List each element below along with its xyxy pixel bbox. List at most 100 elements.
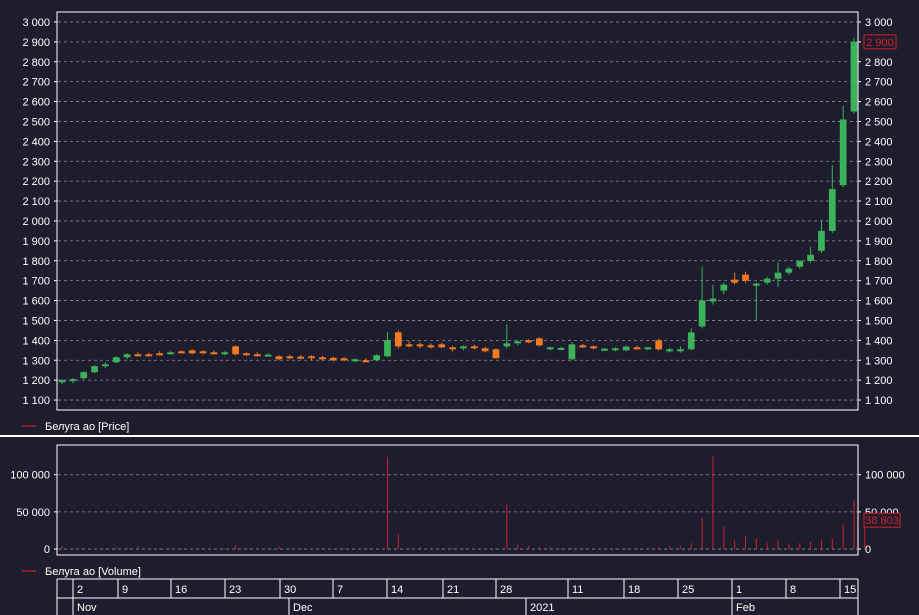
candle-body xyxy=(601,348,608,351)
price-left-tick-label: 2 300 xyxy=(22,156,50,168)
candle-body xyxy=(199,351,207,354)
candle-body xyxy=(525,340,532,343)
x-day-label: 14 xyxy=(391,584,403,596)
price-panel-frame xyxy=(56,11,859,411)
x-day-label: 1 xyxy=(736,584,742,596)
price-candles xyxy=(58,37,858,385)
price-right-tick-label: 1 800 xyxy=(865,256,893,268)
candle-body xyxy=(687,332,695,350)
candle-body xyxy=(69,379,77,382)
candle-body xyxy=(340,358,348,361)
volume-left-tick-label: 0 xyxy=(44,544,50,556)
x-day-label: 21 xyxy=(447,584,459,596)
price-right-tick-label: 2 100 xyxy=(865,196,893,208)
x-month-label: 2021 xyxy=(530,602,554,614)
candle-body xyxy=(818,230,825,251)
candle-body xyxy=(774,272,782,279)
candle-body xyxy=(91,366,98,373)
candle-body xyxy=(492,349,500,359)
x-day-label: 18 xyxy=(628,584,640,596)
candle-body xyxy=(611,348,619,351)
price-right-tick-label: 1 900 xyxy=(865,236,893,248)
candle-body xyxy=(763,278,771,283)
x-day-label: 9 xyxy=(122,584,128,596)
candle-body xyxy=(644,347,652,350)
candle-body xyxy=(546,347,554,350)
price-left-tick-label: 1 300 xyxy=(22,355,50,367)
candle-body xyxy=(123,354,131,358)
price-right-tick-label: 1 700 xyxy=(865,276,893,288)
candle-body xyxy=(145,354,153,357)
x-day-label: 23 xyxy=(229,584,241,596)
price-right-tick-label: 2 200 xyxy=(865,176,893,188)
x-month-label: Nov xyxy=(77,602,97,614)
candle-body xyxy=(590,346,597,349)
candle-body xyxy=(351,359,359,362)
candle-body xyxy=(156,353,164,356)
candle-body xyxy=(253,354,261,357)
candle-body xyxy=(112,357,120,363)
candle-body xyxy=(742,274,749,281)
price-right-tick-label: 1 400 xyxy=(865,335,893,347)
x-day-label: 15 xyxy=(844,584,856,596)
price-left-tick-label: 2 100 xyxy=(22,196,50,208)
price-left-tick-label: 2 900 xyxy=(22,37,50,49)
candle-body xyxy=(709,298,717,302)
price-left-tick-label: 2 000 xyxy=(22,216,50,228)
price-right-tick-label: 2 600 xyxy=(865,97,893,109)
candle-body xyxy=(633,347,641,350)
price-right-tick-label: 1 200 xyxy=(865,375,893,387)
candle-body xyxy=(698,300,706,327)
x-day-label: 2 xyxy=(77,584,83,596)
candle-body xyxy=(243,353,250,356)
x-day-label: 28 xyxy=(500,584,512,596)
candle-body xyxy=(503,343,511,347)
x-day-label: 11 xyxy=(572,584,583,596)
volume-right-tick-label: 100 000 xyxy=(865,470,905,482)
candle-body xyxy=(460,346,467,349)
candle-body xyxy=(58,380,66,383)
candle-body xyxy=(134,354,142,357)
candle-body xyxy=(80,372,88,379)
price-left-tick-label: 1 400 xyxy=(22,335,50,347)
price-right-tick-label: 2 300 xyxy=(865,156,893,168)
candle-body xyxy=(427,345,435,348)
price-left-tick-label: 1 100 xyxy=(22,395,50,407)
x-month-label: Dec xyxy=(293,602,313,614)
candle-body xyxy=(384,340,391,357)
candle-body xyxy=(308,356,315,359)
price-right-tick-label: 2 500 xyxy=(865,116,893,128)
candle-body xyxy=(210,352,218,355)
x-day-label: 30 xyxy=(284,584,296,596)
price-left-tick-label: 2 600 xyxy=(22,97,50,109)
volume-bars xyxy=(61,456,866,550)
price-left-tick-label: 1 800 xyxy=(22,256,50,268)
candle-body xyxy=(362,360,370,363)
x-day-label: 8 xyxy=(790,584,796,596)
price-left-tick-label: 2 400 xyxy=(22,136,50,148)
price-left-tick-label: 2 700 xyxy=(22,77,50,89)
price-left-tick-label: 2 500 xyxy=(22,116,50,128)
price-right-tick-label: 2 800 xyxy=(865,57,893,69)
price-left-tick-label: 3 000 xyxy=(22,17,50,29)
candle-body xyxy=(568,344,576,360)
volume-left-tick-label: 50 000 xyxy=(16,507,50,519)
candle-body xyxy=(666,349,673,352)
candle-body xyxy=(177,351,185,354)
price-left-tick-label: 1 500 xyxy=(22,315,50,327)
volume-panel-frame xyxy=(56,444,859,556)
price-right-tick-label: 1 300 xyxy=(865,355,893,367)
candle-body xyxy=(752,283,760,286)
price-right-tick-label: 1 500 xyxy=(865,315,893,327)
candle-body xyxy=(438,344,446,348)
candle-body xyxy=(232,346,239,355)
candle-body xyxy=(622,346,630,351)
candle-body xyxy=(264,354,272,357)
price-right-tick-label: 2 000 xyxy=(865,216,893,228)
candle-body xyxy=(655,340,663,350)
candle-body xyxy=(470,346,478,349)
price-right-tick-label: 3 000 xyxy=(865,17,893,29)
last-volume-label: 38 803 xyxy=(865,515,899,527)
candle-body xyxy=(416,344,424,347)
candle-body xyxy=(405,344,413,347)
